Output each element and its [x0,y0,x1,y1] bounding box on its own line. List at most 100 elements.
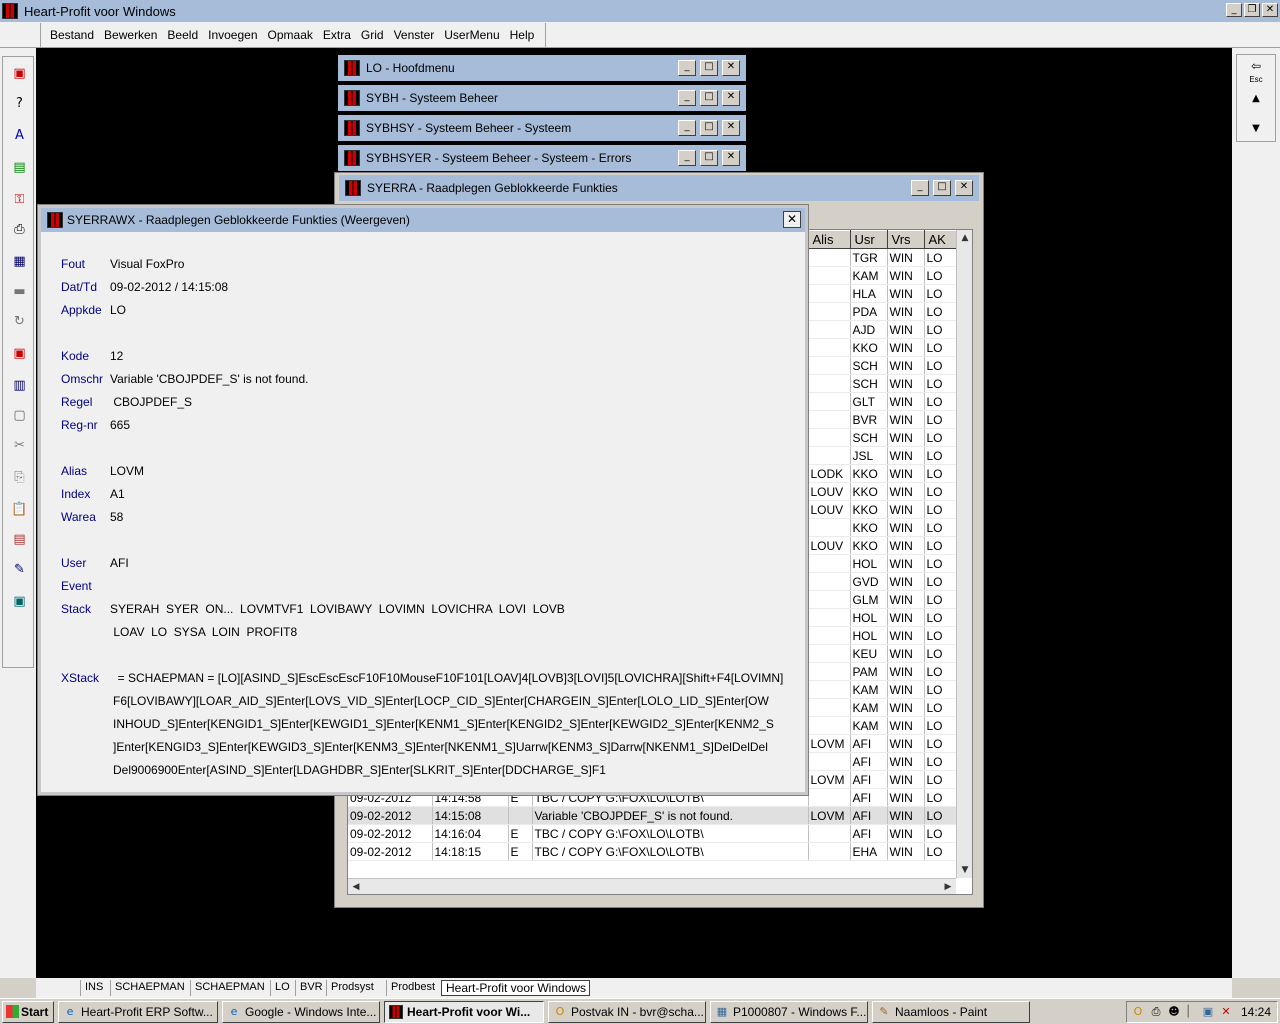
start-button[interactable]: Start [2,1001,54,1023]
scroll-up-icon[interactable]: ▲ [1245,93,1267,104]
table-cell-msg: TBC / COPY G:\FOX\LO\LOTB\ [532,842,809,861]
dialog-title-bar[interactable]: SYERRAWX - Raadplegen Geblokkeerde Funkt… [41,208,805,232]
mdi-window-sybhsy[interactable]: SYBHSY - Systeem Beheer - Systeem _ □ ✕ [338,115,746,141]
print-icon[interactable]: ⎙ [11,221,28,238]
horizontal-scrollbar[interactable]: ◀ ▶ [348,878,956,894]
restore-button[interactable]: ❐ [1244,3,1260,17]
close-button[interactable]: ✕ [1262,3,1278,17]
delete-record-icon[interactable]: ▣ [11,345,28,362]
taskbar-item-paint[interactable]: ✎ Naamloos - Paint [872,1001,1030,1023]
maximize-button[interactable]: □ [700,60,718,76]
spelling-icon[interactable]: A [11,127,28,144]
form-icon[interactable]: ▦ [11,253,28,270]
antivirus-tray-icon[interactable]: ☻ [1167,1005,1181,1019]
chart-icon[interactable]: ▥ [11,377,28,394]
minimize-button[interactable]: _ [911,180,929,196]
minimize-button[interactable]: _ [678,150,696,166]
taskbar-item-photo-viewer[interactable]: ▦ P1000807 - Windows F... [710,1001,868,1023]
edit-icon[interactable]: ✎ [11,561,28,578]
close-button[interactable]: ✕ [722,60,740,76]
minimize-button[interactable]: _ [678,60,696,76]
column-header-vrs[interactable]: Vrs [886,230,925,249]
close-button[interactable]: ✕ [955,180,973,196]
table-cell-ak: LO [924,518,957,537]
paste-icon[interactable]: 📋 [11,501,28,518]
field-value: SYERAH SYER ON... LOVMTVF1 LOVIBAWY LOVI… [110,602,565,616]
menu-beeld[interactable]: Beeld [162,28,203,42]
field-value: Variable 'CBOJPDEF_S' is not found. [110,372,309,386]
taskbar-item-outlook[interactable]: O Postvak IN - bvr@scha... [548,1001,706,1023]
minimize-button[interactable]: _ [678,90,696,106]
maximize-button[interactable]: □ [700,150,718,166]
table-cell-alis: LOUV [808,536,851,555]
menu-invoegen[interactable]: Invoegen [203,28,262,42]
dialog-close-button[interactable]: ✕ [783,211,801,228]
refresh-icon[interactable]: ↻ [11,313,28,330]
exit-icon[interactable]: ▣ [11,65,28,82]
taskbar-item-ie-heartprofit[interactable]: e Heart-Profit ERP Softw... [58,1001,218,1023]
table-cell-vrs: WIN [887,788,925,807]
vertical-scrollbar[interactable]: ▲ ▼ [956,230,972,878]
escape-icon[interactable]: ⇦ [1245,59,1267,73]
scroll-down-arrow-icon[interactable]: ▼ [957,862,973,878]
column-header-alis[interactable]: Alis [807,230,851,249]
table-cell-usr: GVD [850,572,888,591]
column-header-ak[interactable]: AK [923,230,957,249]
scroll-down-icon[interactable]: ▼ [1245,123,1267,134]
field-value: AFI [110,556,129,570]
clock[interactable]: 14:24 [1241,1005,1271,1019]
help-icon[interactable]: ? [11,95,28,112]
copy-icon[interactable]: ⎘ [11,469,28,486]
menu-grid[interactable]: Grid [356,28,389,42]
mdi-window-sybhsyer[interactable]: SYBHSYER - Systeem Beheer - Systeem - Er… [338,145,746,171]
menu-help[interactable]: Help [505,28,540,42]
field-label: XStack [61,671,100,685]
scroll-left-arrow-icon[interactable]: ◀ [348,879,364,895]
table-row[interactable]: 09-02-2012 14:16:04 E TBC / COPY G:\FOX\LO\… [348,824,957,843]
mdi-window-hoofdmenu[interactable]: LO - Hoofdmenu _ □ ✕ [338,55,746,81]
network-tray-icon[interactable]: ▣ [1201,1005,1215,1019]
cut-icon[interactable]: ✂ [11,437,28,454]
column-header-usr[interactable]: Usr [849,230,888,249]
clear-icon[interactable]: ▤ [11,531,28,548]
table-row[interactable]: 09-02-2012 14:15:08 Variable 'CBOJPDEF_S' … [348,806,957,825]
maximize-button[interactable]: □ [700,90,718,106]
table-cell-vrs: WIN [887,320,925,339]
outlook-tray-icon[interactable]: O [1131,1005,1145,1019]
table-cell-ak: LO [924,284,957,303]
new-record-icon[interactable]: ▤ [11,159,28,176]
menu-venster[interactable]: Venster [389,28,440,42]
scroll-right-arrow-icon[interactable]: ▶ [940,879,956,895]
photo-viewer-icon: ▦ [716,1005,728,1018]
close-button[interactable]: ✕ [722,120,740,136]
key-icon[interactable]: ⚿ [11,191,28,208]
window-icon[interactable]: ▢ [11,407,28,424]
menu-bestand[interactable]: Bestand [45,28,99,42]
maximize-button[interactable]: □ [933,180,951,196]
maximize-button[interactable]: □ [700,120,718,136]
table-cell-alis: LOUV [808,482,851,501]
field-label: Index [61,487,91,501]
table-cell-usr: AFI [850,770,888,789]
menu-opmaak[interactable]: Opmaak [263,28,318,42]
menu-extra[interactable]: Extra [318,28,356,42]
screen-icon[interactable]: ▣ [11,593,28,610]
close-button[interactable]: ✕ [722,150,740,166]
table-cell-ak: LO [924,356,957,375]
table-cell-alis [808,518,851,537]
taskbar-item-heartprofit[interactable]: Heart-Profit voor Wi... [384,1001,544,1023]
volume-muted-tray-icon[interactable]: ✕ [1219,1005,1233,1019]
mdi-window-sybh[interactable]: SYBH - Systeem Beheer _ □ ✕ [338,85,746,111]
menu-usermenu[interactable]: UserMenu [439,28,504,42]
close-button[interactable]: ✕ [722,90,740,106]
minimize-button[interactable]: _ [1226,3,1242,17]
taskbar-item-ie-google[interactable]: e Google - Windows Inte... [222,1001,380,1023]
scroll-up-arrow-icon[interactable]: ▲ [957,230,973,246]
minimize-button[interactable]: _ [678,120,696,136]
list-icon[interactable]: ▬ [11,283,28,300]
table-cell-alis [808,842,851,861]
table-row[interactable]: 09-02-2012 14:18:15 E TBC / COPY G:\FOX\LO\… [348,842,957,861]
syerra-title-bar[interactable]: SYERRA - Raadplegen Geblokkeerde Funktie… [339,175,979,201]
menu-bewerken[interactable]: Bewerken [99,28,162,42]
printer-tray-icon[interactable]: ⎙ [1149,1005,1163,1019]
